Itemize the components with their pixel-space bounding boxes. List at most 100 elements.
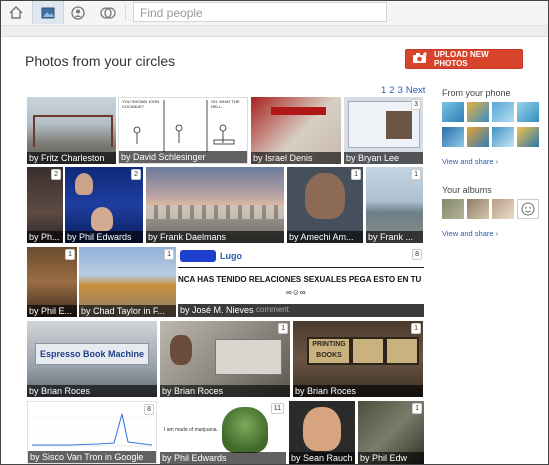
phone-photo-thumb[interactable] xyxy=(492,102,514,122)
photo-tile[interactable]: by Sean Rauch xyxy=(289,401,355,464)
photo-caption[interactable]: by Ph... xyxy=(27,231,63,243)
comment-count-badge: 2 xyxy=(131,169,141,180)
photo-caption[interactable]: by Frank ... xyxy=(366,231,423,243)
browser-frame: Find people Photos from your circles UPL… xyxy=(0,0,549,465)
phone-photo-thumb[interactable] xyxy=(467,127,489,147)
photo-caption[interactable]: by José M. Nieves xyxy=(180,304,254,316)
photo-tile[interactable]: PRINTING BOOKS 1 by Brian Roces xyxy=(293,321,423,397)
printing-books-sign: PRINTING BOOKS xyxy=(307,337,351,365)
photo-caption[interactable]: by Fritz Charleston xyxy=(27,152,116,164)
albums-view-and-share-link[interactable]: View and share › xyxy=(442,229,498,238)
photo-caption[interactable]: by Bryan Lee xyxy=(344,152,423,164)
profile-icon[interactable] xyxy=(63,1,93,24)
circles-icon[interactable] xyxy=(93,1,123,24)
photo-tile[interactable]: 1 by Amechi Am... xyxy=(287,167,363,243)
pagination: 1 2 3 Next xyxy=(381,85,428,96)
photo-caption[interactable]: by Brian Roces xyxy=(160,385,290,397)
comment-count-badge: 1 xyxy=(278,323,288,334)
ornament-mark: ∞☺∞ xyxy=(286,288,306,297)
search-input[interactable]: Find people xyxy=(133,2,387,22)
comment-count-badge: 2 xyxy=(51,169,61,180)
photo-tile[interactable]: 8 by Sisco Van Tron in Google xyxy=(27,401,157,464)
photo-tile[interactable]: Lugo NCA HAS TENIDO RELACIONES SEXUALES … xyxy=(178,247,424,317)
analytics-chart-image xyxy=(32,413,153,447)
post-text: NCA HAS TENIDO RELACIONES SEXUALES PEGA … xyxy=(178,275,422,284)
photo-caption[interactable]: by Phil Edwards xyxy=(160,452,286,464)
photo-tile[interactable]: YOU SHOWN JOHN COCKBUE? OH, WHAT THE HEL… xyxy=(118,97,248,164)
comment-count-badge: 1 xyxy=(65,249,75,260)
page-title: Photos from your circles xyxy=(25,53,176,69)
album-thumb[interactable] xyxy=(467,199,489,219)
photo-tile[interactable]: Espresso Book Machine by Brian Roces xyxy=(27,321,157,397)
photo-tile[interactable]: 3 by Bryan Lee xyxy=(344,97,423,164)
album-thumb[interactable] xyxy=(517,199,539,219)
header-band xyxy=(1,26,548,37)
nav-divider xyxy=(125,4,126,21)
photo-caption[interactable]: by Phil Edwards xyxy=(65,231,143,243)
photo-caption[interactable]: by Amechi Am... xyxy=(287,231,363,243)
photo-tile[interactable]: I am made of marijuana. 11 by Phil Edwar… xyxy=(160,401,286,464)
photo-content xyxy=(305,173,345,219)
phone-photo-thumb[interactable] xyxy=(467,102,489,122)
photo-caption[interactable]: by David Schlesinger xyxy=(119,151,247,163)
comment-label: comment xyxy=(256,305,289,314)
post-author: Lugo xyxy=(220,251,242,261)
photos-icon[interactable] xyxy=(32,1,64,24)
photo-caption[interactable]: by Brian Roces xyxy=(293,385,423,397)
home-icon[interactable] xyxy=(1,1,31,24)
photo-caption[interactable]: by Brian Roces xyxy=(27,385,157,397)
comment-count-badge: 1 xyxy=(412,403,422,414)
phone-photo-thumb[interactable] xyxy=(517,127,539,147)
phone-photo-thumb[interactable] xyxy=(492,127,514,147)
smiley-icon xyxy=(521,202,535,216)
photo-tile[interactable]: 1 by Chad Taylor in F... xyxy=(79,247,176,317)
upload-new-photos-button[interactable]: UPLOAD NEW PHOTOS xyxy=(405,49,523,69)
page-1-link[interactable]: 1 xyxy=(381,85,386,96)
next-page-link[interactable]: Next xyxy=(406,85,426,96)
comic-text: OH, WHAT THE HELL. xyxy=(211,99,240,109)
phone-photo-thumb[interactable] xyxy=(442,127,464,147)
photo-content xyxy=(91,207,113,231)
page-2-link[interactable]: 2 xyxy=(389,85,394,96)
photo-content xyxy=(215,339,282,375)
photo-content xyxy=(170,335,192,365)
photo-content xyxy=(146,205,284,219)
comment-count-badge: 8 xyxy=(412,249,422,260)
photo-tile[interactable]: 2 by Phil Edwards xyxy=(65,167,143,243)
from-your-phone-heading: From your phone xyxy=(442,88,511,98)
photo-tile[interactable]: 1 by Phil Edw xyxy=(358,401,424,464)
photo-tile[interactable]: by Fritz Charleston xyxy=(27,97,116,164)
page-3-link[interactable]: 3 xyxy=(398,85,403,96)
your-albums-heading: Your albums xyxy=(442,185,492,195)
photo-caption[interactable]: by Sisco Van Tron in Google xyxy=(28,451,156,463)
photo-caption[interactable]: by Frank Daelmans xyxy=(146,231,284,243)
photo-caption[interactable]: by Phil Edw xyxy=(358,452,424,464)
comment-count-badge: 8 xyxy=(144,404,154,415)
photo-tile[interactable]: by Israel Denis xyxy=(251,97,341,164)
photo-caption[interactable]: by Israel Denis xyxy=(251,152,341,164)
comment-count-badge: 3 xyxy=(411,99,421,110)
photo-tile[interactable]: by Frank Daelmans xyxy=(146,167,284,243)
phone-view-and-share-link[interactable]: View and share › xyxy=(442,157,498,166)
photo-content xyxy=(351,337,385,365)
phone-photo-thumb[interactable] xyxy=(517,102,539,122)
photo-content xyxy=(75,173,93,195)
photo-content xyxy=(271,107,326,115)
photo-content xyxy=(33,115,113,147)
photo-content xyxy=(222,407,268,453)
photo-caption[interactable]: by Sean Rauch xyxy=(289,452,355,464)
photo-tile[interactable]: 1 by Phil E... xyxy=(27,247,77,317)
machine-sign: Espresso Book Machine xyxy=(35,343,149,365)
phone-photo-thumb[interactable] xyxy=(442,102,464,122)
comment-count-badge: 1 xyxy=(164,249,174,260)
album-thumb[interactable] xyxy=(442,199,464,219)
photo-caption[interactable]: by Phil E... xyxy=(27,305,77,317)
photo-tile[interactable]: 1 by Frank ... xyxy=(366,167,423,243)
photo-tile[interactable]: 1 by Brian Roces xyxy=(160,321,290,397)
photo-tile[interactable]: 2 by Ph... xyxy=(27,167,63,243)
photo-content xyxy=(385,337,419,365)
divider-line xyxy=(178,267,424,268)
photo-caption[interactable]: by Chad Taylor in F... xyxy=(79,305,176,317)
album-thumb[interactable] xyxy=(492,199,514,219)
scribble-mark xyxy=(180,250,216,262)
